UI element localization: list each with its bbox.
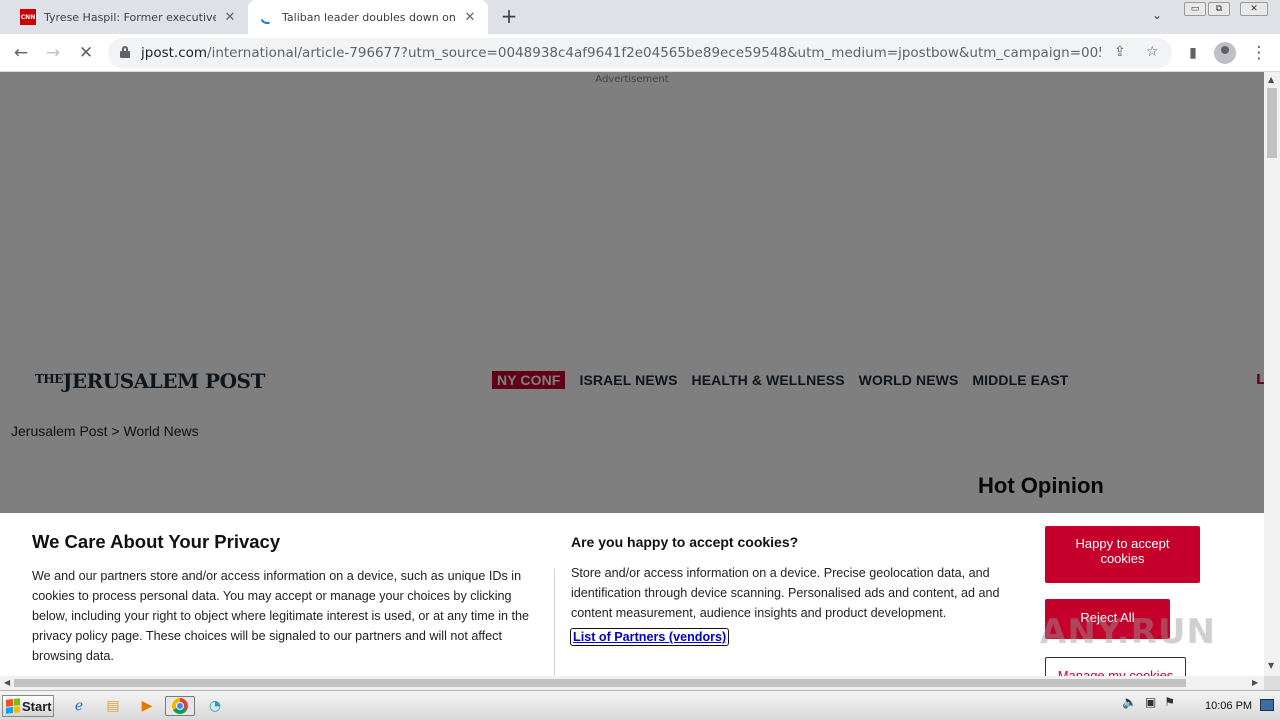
close-tab-icon[interactable]: ✕	[222, 9, 238, 25]
anyrun-watermark: ANY.RUN	[1040, 612, 1216, 652]
media-player-icon[interactable]: ▶	[136, 696, 158, 716]
restore-button[interactable]: ⧉	[1208, 2, 1230, 16]
vertical-scroll-thumb[interactable]	[1267, 88, 1277, 158]
tab-cnn[interactable]: CNN Tyrese Haspil: Former executive assi…	[8, 0, 248, 34]
tab-strip: CNN Tyrese Haspil: Former executive assi…	[0, 0, 1280, 34]
cookie-purposes: Store and/or access information on a dev…	[571, 566, 1000, 620]
scroll-up-arrow-icon[interactable]: ▲	[1268, 75, 1274, 84]
partners-list-link[interactable]: List of Partners (vendors)	[570, 628, 730, 646]
action-center-flag-icon[interactable]: ⚑	[1164, 695, 1175, 709]
cnn-icon: CNN	[20, 9, 36, 25]
manage-cookies-button[interactable]: Manage my cookies	[1045, 657, 1186, 676]
cookie-banner-description: We and our partners store and/or access …	[32, 569, 530, 663]
file-explorer-icon[interactable]: ▤	[102, 696, 124, 716]
tab-title: Taliban leader doubles down on treat	[282, 10, 456, 24]
stop-loading-icon[interactable]: ✕	[75, 42, 97, 64]
windows-taskbar: Start ℯ ▤ ▶ ◔ 🔈 ▣ ⚑ 10:06 PM	[0, 690, 1280, 720]
vertical-scrollbar[interactable]: ▲ ▼	[1264, 72, 1280, 676]
close-tab-icon[interactable]: ✕	[462, 9, 478, 25]
url-text[interactable]: jpost.com/international/article-796677?u…	[141, 45, 1101, 61]
windows-logo-icon	[6, 698, 20, 714]
minimize-button[interactable]: ▭	[1184, 2, 1206, 16]
taskbar-clock[interactable]: 10:06 PM	[1205, 700, 1252, 712]
cookie-banner-title: We Care About Your Privacy	[32, 531, 281, 552]
side-panel-icon[interactable]: ▮	[1182, 42, 1204, 64]
chrome-icon	[172, 698, 188, 714]
share-icon[interactable]: ⇪	[1114, 44, 1126, 60]
window-close-button[interactable]: ✕	[1240, 2, 1268, 16]
cookie-banner-divider	[554, 569, 555, 675]
start-button[interactable]: Start	[2, 695, 54, 717]
scroll-right-arrow-icon[interactable]: ▶	[1252, 678, 1258, 687]
forward-arrow-icon[interactable]: →	[42, 42, 64, 64]
menu-kebab-icon[interactable]: ⋮	[1248, 42, 1270, 64]
start-label: Start	[22, 698, 52, 714]
address-bar[interactable]: jpost.com/international/article-796677?u…	[108, 38, 1172, 68]
browser-toolbar: ← → ✕ jpost.com/international/article-79…	[0, 34, 1280, 72]
scroll-left-arrow-icon[interactable]: ◀	[4, 678, 10, 687]
tab-title: Tyrese Haspil: Former executive assi	[44, 10, 216, 24]
volume-icon[interactable]: 🔈	[1122, 695, 1137, 709]
lock-icon[interactable]	[120, 46, 130, 58]
tab-jpost[interactable]: Taliban leader doubles down on treat ✕	[248, 0, 488, 34]
page-viewport: Advertisement THEJERUSALEM POST NY CONF …	[0, 72, 1264, 676]
accept-cookies-button[interactable]: Happy to accept cookies	[1045, 526, 1200, 583]
scroll-down-arrow-icon[interactable]: ▼	[1268, 661, 1274, 670]
show-desktop-button[interactable]	[1260, 699, 1274, 711]
network-icon[interactable]: ▣	[1145, 695, 1156, 709]
horizontal-scrollbar[interactable]: ◀ ▶	[0, 676, 1264, 690]
cookie-question: Are you happy to accept cookies?	[571, 534, 799, 550]
profile-avatar-icon[interactable]	[1214, 42, 1236, 64]
internet-explorer-icon[interactable]: ℯ	[68, 696, 90, 716]
back-arrow-icon[interactable]: ←	[10, 42, 32, 64]
chrome-taskbar-button[interactable]	[165, 696, 195, 716]
scrollbar-corner	[1264, 676, 1280, 690]
loading-spinner-icon	[258, 8, 276, 26]
tab-search-chevron-icon[interactable]: ⌄	[1152, 8, 1162, 22]
bookmark-star-icon[interactable]: ☆	[1146, 44, 1159, 60]
new-tab-button[interactable]: +	[498, 6, 520, 28]
system-tray: 🔈 ▣ ⚑	[1122, 695, 1175, 709]
edge-icon[interactable]: ◔	[204, 696, 226, 716]
horizontal-scroll-thumb[interactable]	[14, 679, 1186, 687]
